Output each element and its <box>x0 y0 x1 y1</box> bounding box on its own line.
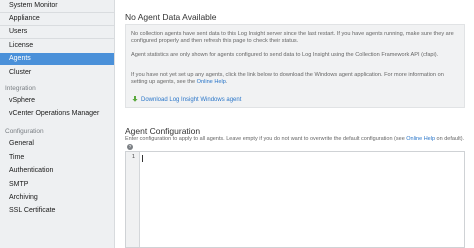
config-desc-end: on default). <box>435 136 465 142</box>
line-number-gutter: 1 <box>126 152 140 247</box>
editor-text-area[interactable] <box>140 153 464 247</box>
info-paragraph-3: If you have not yet set up any agents, c… <box>131 72 457 86</box>
configuration-section-title: Configuration <box>5 128 44 135</box>
sidebar: System Monitor Appliance Users License A… <box>0 0 115 248</box>
sidebar-item-system-monitor[interactable]: System Monitor <box>0 0 114 12</box>
sidebar-item-general[interactable]: General <box>0 138 114 150</box>
help-icon[interactable]: ? <box>127 144 133 150</box>
sidebar-item-agents[interactable]: Agents <box>0 53 114 65</box>
online-help-link[interactable]: Online Help <box>197 79 226 85</box>
info-panel: No collection agents have sent data to t… <box>125 24 465 108</box>
config-desc-text: Enter configuration to apply to all agen… <box>125 136 407 142</box>
sidebar-item-time[interactable]: Time <box>0 152 114 164</box>
info-paragraph-3-text: If you have not yet set up any agents, c… <box>131 72 444 85</box>
agent-configuration-description: Enter configuration to apply to all agen… <box>125 136 465 150</box>
agent-configuration-title: Agent Configuration <box>125 126 201 136</box>
text-caret <box>142 155 143 162</box>
sidebar-item-ssl-certificate[interactable]: SSL Certificate <box>0 205 114 217</box>
line-number: 1 <box>131 154 135 160</box>
info-paragraph-2: Agent statistics are only shown for agen… <box>131 52 439 58</box>
integration-section-title: Integration <box>5 85 36 92</box>
configuration-editor[interactable]: 1 <box>125 151 465 248</box>
sidebar-item-license[interactable]: License <box>0 40 114 52</box>
sidebar-item-archiving[interactable]: Archiving <box>0 192 114 204</box>
sidebar-item-appliance[interactable]: Appliance <box>0 13 114 25</box>
sidebar-item-users[interactable]: Users <box>0 26 114 38</box>
sidebar-item-cluster[interactable]: Cluster <box>0 67 114 79</box>
main-content: No Agent Data Available No collection ag… <box>115 0 474 248</box>
sidebar-item-authentication[interactable]: Authentication <box>0 165 114 177</box>
download-arrow-icon <box>132 96 138 102</box>
sidebar-item-smtp[interactable]: SMTP <box>0 179 114 191</box>
sidebar-item-vcenter-operations-manager[interactable]: vCenter Operations Manager <box>0 108 114 120</box>
config-online-help-link[interactable]: Online Help <box>406 136 435 142</box>
divider <box>0 38 114 39</box>
info-paragraph-3-end: . <box>225 79 228 85</box>
download-agent-link[interactable]: Download Log Insight Windows agent <box>132 96 241 103</box>
info-paragraph-1: No collection agents have sent data to t… <box>131 31 454 44</box>
sidebar-item-vsphere[interactable]: vSphere <box>0 95 114 107</box>
download-agent-link-label[interactable]: Download Log Insight Windows agent <box>141 97 241 103</box>
page-title: No Agent Data Available <box>125 12 217 22</box>
